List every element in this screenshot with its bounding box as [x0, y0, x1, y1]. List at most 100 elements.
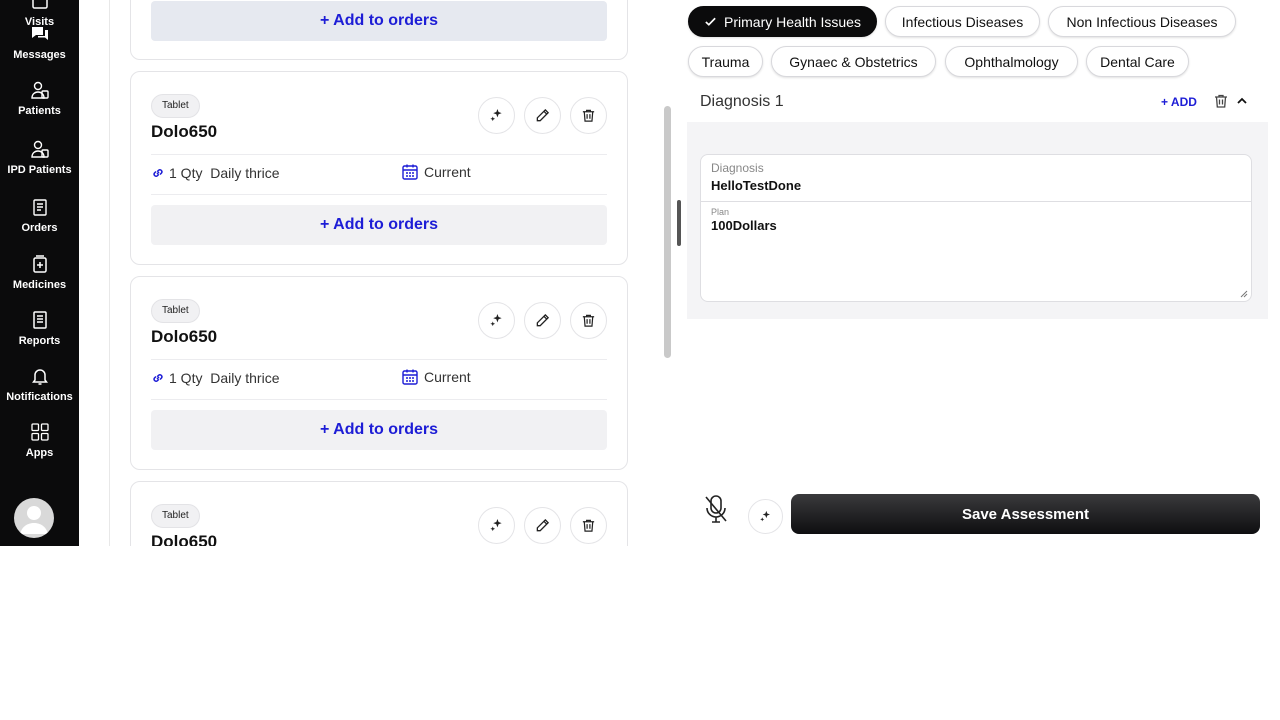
card-actions: [478, 97, 607, 134]
add-to-orders-button[interactable]: + Add to orders: [151, 1, 607, 41]
sidebar-item-label: Patients: [18, 105, 61, 117]
delete-button[interactable]: [570, 507, 607, 544]
sidebar-item-apps[interactable]: Apps: [0, 422, 79, 459]
checkmark-icon: [705, 17, 716, 26]
resize-grip-icon[interactable]: [1240, 290, 1248, 298]
ai-sparkle-button[interactable]: [478, 507, 515, 544]
medicine-name: Dolo650: [151, 122, 218, 141]
chip-label: Ophthalmology: [964, 53, 1059, 70]
dosage-info: 1 Qty Daily thrice: [151, 370, 279, 386]
sidebar-item-label: Notifications: [6, 391, 73, 403]
plan-textarea[interactable]: 100Dollars: [711, 218, 777, 233]
card-divider: [151, 154, 607, 155]
orders-scrollbar[interactable]: [664, 106, 671, 358]
sparkle-icon: [490, 518, 502, 532]
medicine-status: Current: [401, 368, 471, 386]
status-text: Current: [424, 164, 471, 180]
sidebar-item-label: IPD Patients: [7, 164, 72, 176]
sparkle-icon: [490, 313, 502, 327]
ai-sparkle-button[interactable]: [748, 499, 783, 534]
medicine-card: Tablet Dolo650: [130, 481, 628, 546]
ai-sparkle-button[interactable]: [478, 97, 515, 134]
sidebar-item-reports[interactable]: Reports: [0, 310, 79, 347]
delete-button[interactable]: [570, 97, 607, 134]
dosage-text: 1 Qty Daily thrice: [169, 165, 280, 181]
chip-non-infectious-diseases[interactable]: Non Infectious Diseases: [1048, 6, 1236, 37]
field-divider: [701, 201, 1251, 202]
medicine-type-badge: Tablet: [151, 94, 200, 118]
sidebar-item-messages[interactable]: Messages: [0, 24, 79, 61]
card-divider: [151, 399, 607, 400]
link-icon: [153, 169, 163, 177]
sidebar-item-label: Reports: [18, 335, 61, 347]
status-text: Current: [424, 369, 471, 385]
calendar-icon: [402, 369, 418, 385]
sidebar-item-notifications[interactable]: Notifications: [0, 366, 79, 403]
chat-icon: [30, 24, 50, 44]
medicine-card: + Add to orders: [130, 0, 628, 60]
card-divider: [151, 194, 607, 195]
chip-infectious-diseases[interactable]: Infectious Diseases: [885, 6, 1040, 37]
chip-dental-care[interactable]: Dental Care: [1086, 46, 1189, 77]
reports-icon: [30, 310, 50, 330]
diagnosis-field[interactable]: HelloTestDone: [711, 178, 801, 193]
edit-button[interactable]: [524, 302, 561, 339]
chip-gynaec-obstetrics[interactable]: Gynaec & Obstetrics: [771, 46, 936, 77]
assessment-panel: Primary Health Issues Infectious Disease…: [687, 0, 1280, 546]
calendar-icon: [30, 0, 50, 11]
sidebar-item-orders[interactable]: Orders: [0, 197, 79, 234]
assessment-footer: Save Assessment: [687, 494, 1280, 536]
edit-button[interactable]: [524, 507, 561, 544]
medicine-status: Current: [401, 163, 471, 181]
dosage-info: 1 Qty Daily thrice: [151, 165, 279, 181]
add-to-orders-button[interactable]: + Add to orders: [151, 205, 607, 245]
panel-resize-handle[interactable]: [677, 200, 681, 246]
add-diagnosis-button[interactable]: + ADD: [1161, 95, 1197, 109]
apps-grid-icon: [30, 422, 50, 442]
chevron-up-icon[interactable]: [1235, 94, 1249, 108]
dosage-text: 1 Qty Daily thrice: [169, 370, 280, 386]
diagnosis-header: Diagnosis 1 + ADD: [687, 84, 1268, 122]
card-actions: [478, 302, 607, 339]
orders-list[interactable]: + Add to orders Tablet Dolo650 1 Qty Dai…: [109, 0, 673, 546]
chip-label: Infectious Diseases: [901, 13, 1024, 30]
card-divider: [151, 359, 607, 360]
calendar-icon: [402, 164, 418, 180]
medicines-icon: [30, 254, 50, 274]
chip-primary-health-issues[interactable]: Primary Health Issues: [688, 6, 877, 37]
chip-ophthalmology[interactable]: Ophthalmology: [945, 46, 1078, 77]
edit-button[interactable]: [524, 97, 561, 134]
sidebar-item-patients[interactable]: Patients: [0, 80, 79, 117]
chip-label: Non Infectious Diseases: [1066, 13, 1218, 30]
plan-field-label: Plan: [711, 207, 730, 217]
diagnosis-body: Diagnosis HelloTestDone Plan 100Dollars: [687, 122, 1268, 319]
pencil-icon: [536, 313, 550, 327]
patients-icon: [30, 80, 50, 100]
pencil-icon: [536, 108, 550, 122]
content-gutter: [79, 0, 109, 546]
chip-label: Gynaec & Obstetrics: [789, 53, 918, 70]
ai-sparkle-button[interactable]: [478, 302, 515, 339]
delete-button[interactable]: [570, 302, 607, 339]
trash-icon: [582, 109, 595, 122]
sidebar-item-label: Medicines: [12, 279, 67, 291]
sparkle-icon: [760, 510, 770, 522]
ipd-patients-icon: [30, 139, 50, 159]
trash-icon[interactable]: [1213, 93, 1229, 109]
link-icon: [153, 374, 163, 382]
add-to-orders-button[interactable]: + Add to orders: [151, 410, 607, 450]
sidebar-item-label: Orders: [21, 222, 58, 234]
sparkle-icon: [490, 108, 502, 122]
sidebar-item-ipd-patients[interactable]: IPD Patients: [0, 139, 79, 176]
avatar[interactable]: [14, 498, 54, 538]
mic-off-icon[interactable]: [703, 494, 729, 524]
save-assessment-button[interactable]: Save Assessment: [791, 494, 1260, 534]
chip-trauma[interactable]: Trauma: [688, 46, 763, 77]
medicine-card: Tablet Dolo650 1 Qty Daily thrice Curren…: [130, 276, 628, 470]
sidebar-item-label: Apps: [25, 447, 54, 459]
pencil-icon: [536, 518, 550, 532]
sidebar: Visits Messages Patients IPD Patients Or…: [0, 0, 79, 546]
medicine-type-badge: Tablet: [151, 504, 200, 528]
sidebar-item-medicines[interactable]: Medicines: [0, 254, 79, 291]
card-actions: [478, 507, 607, 544]
